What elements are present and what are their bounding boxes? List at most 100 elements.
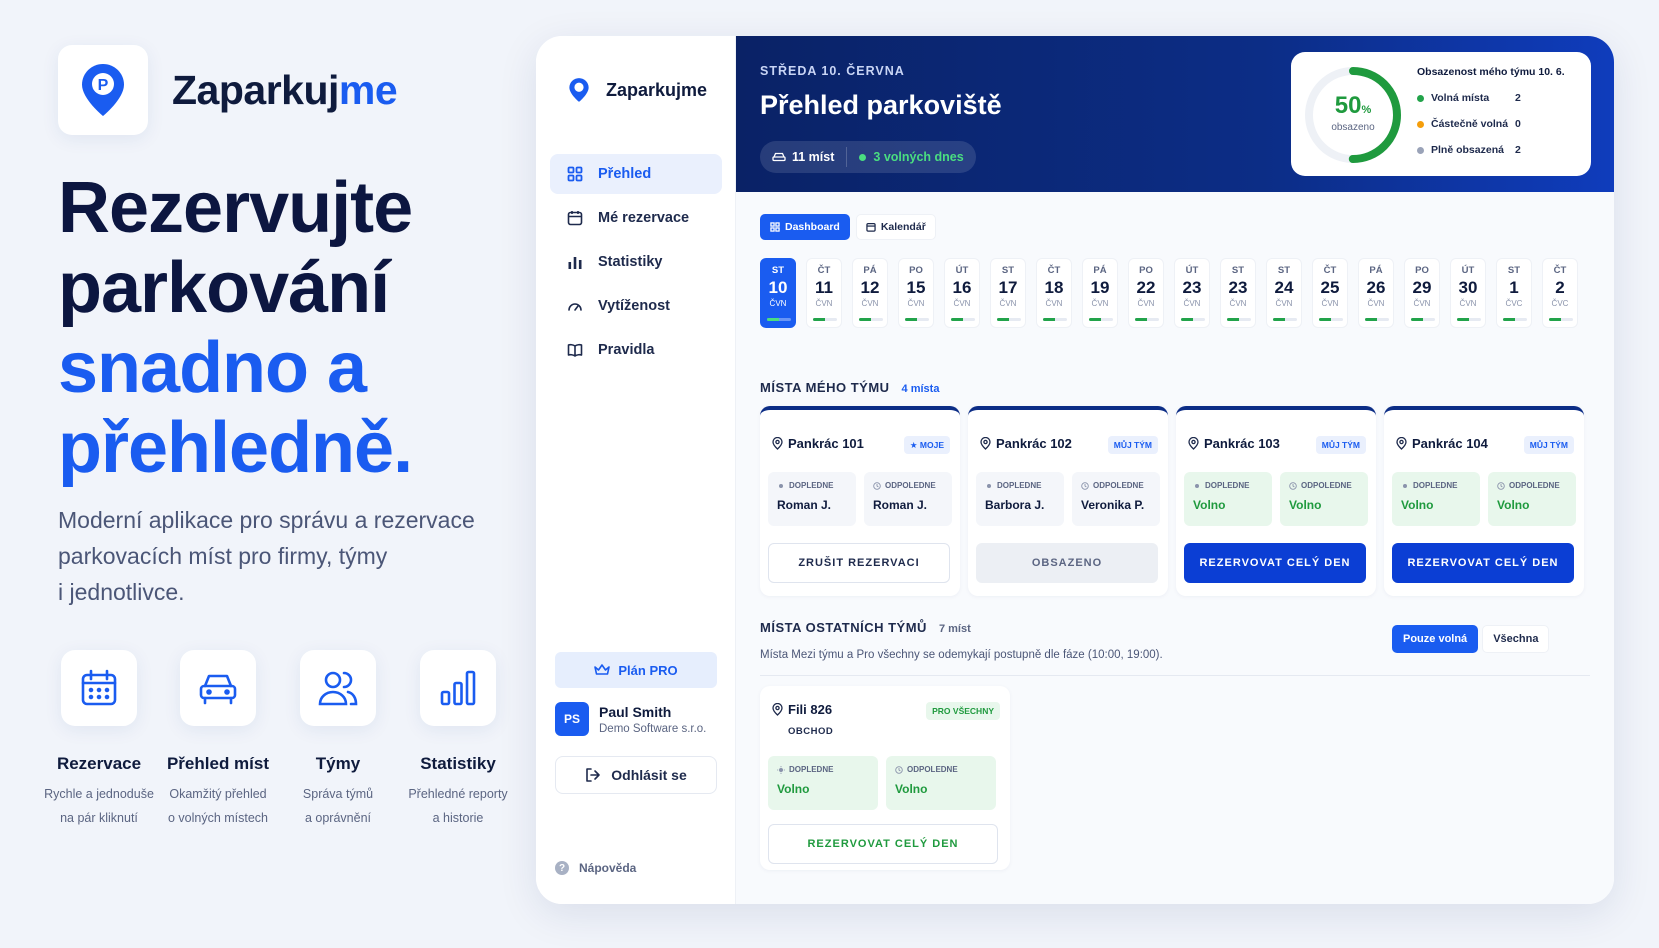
spot-action-button[interactable]: REZERVOVAT CELÝ DEN bbox=[1184, 543, 1366, 583]
divider bbox=[760, 675, 1590, 676]
spot-action-button[interactable]: REZERVOVAT CELÝ DEN bbox=[1392, 543, 1574, 583]
sidebar-item-statistics[interactable]: Statistiky bbox=[550, 242, 722, 282]
sidebar-item-utilization[interactable]: Vytíženost bbox=[550, 286, 722, 326]
day-12[interactable]: ČT 25 ČVN bbox=[1312, 258, 1348, 328]
day-5[interactable]: ST 17 ČVN bbox=[990, 258, 1026, 328]
day-weekday: ČT bbox=[817, 265, 831, 276]
occupancy-row-partial: Částečně volná 0 bbox=[1417, 118, 1521, 130]
user-name: Paul Smith bbox=[599, 703, 672, 720]
day-occupancy-bar bbox=[951, 318, 975, 321]
day-weekday: ST bbox=[1231, 265, 1245, 276]
feature-title: Rezervace bbox=[56, 754, 142, 773]
spot-action-button[interactable]: ZRUŠIT REZERVACI bbox=[768, 543, 950, 583]
day-occupancy-bar bbox=[1549, 318, 1573, 321]
day-11[interactable]: ST 24 ČVN bbox=[1266, 258, 1302, 328]
tab-label: Kalendář bbox=[880, 221, 926, 233]
slot-morning[interactable]: DOPLEDNE Roman J. bbox=[768, 472, 856, 526]
spot-name: Pankrác 104 bbox=[1396, 436, 1488, 451]
slot-afternoon[interactable]: ODPOLEDNE Volno bbox=[886, 756, 996, 810]
day-month: ČVN bbox=[1275, 299, 1293, 308]
tab-calendar[interactable]: Kalendář bbox=[855, 214, 936, 240]
day-8[interactable]: PO 22 ČVN bbox=[1128, 258, 1164, 328]
slot-morning[interactable]: DOPLEDNE Volno bbox=[768, 756, 878, 810]
plan-pro-button[interactable]: Plán PRO bbox=[555, 652, 717, 688]
sun-icon bbox=[777, 765, 785, 774]
day-15[interactable]: ÚT 30 ČVN bbox=[1450, 258, 1486, 328]
team-section-title: MÍSTA MÉHO TÝMU 4 místa bbox=[760, 380, 940, 395]
plan-label: Plán PRO bbox=[618, 662, 678, 678]
slot-afternoon[interactable]: ODPOLEDNE Volno bbox=[1488, 472, 1576, 526]
occupancy-percent: 50% bbox=[1334, 92, 1372, 119]
spot-badge: MŮJ TÝM bbox=[1315, 436, 1366, 454]
day-13[interactable]: PÁ 26 ČVN bbox=[1358, 258, 1394, 328]
day-4[interactable]: ÚT 16 ČVN bbox=[944, 258, 980, 328]
sidebar-brand[interactable]: Zaparkujme bbox=[568, 76, 707, 104]
day-occupancy-bar bbox=[1457, 318, 1481, 321]
sun-icon bbox=[1401, 482, 1409, 490]
day-9[interactable]: ÚT 23 ČVN bbox=[1174, 258, 1210, 328]
day-occupancy-bar bbox=[905, 318, 929, 321]
day-10[interactable]: ST 23 ČVN bbox=[1220, 258, 1256, 328]
day-number: 30 bbox=[1458, 278, 1478, 297]
day-weekday: ČT bbox=[1047, 265, 1061, 276]
day-1[interactable]: ČT 11 ČVN bbox=[806, 258, 842, 328]
filter-group: Pouze volná Všechna bbox=[1388, 625, 1550, 653]
sidebar-item-my-reservations[interactable]: Mé rezervace bbox=[550, 198, 722, 238]
day-7[interactable]: PÁ 19 ČVN bbox=[1082, 258, 1118, 328]
parking-card: Pankrác 102 MŮJ TÝM DOPLEDNE Barbora J. ODPO… bbox=[968, 406, 1168, 596]
hero-line-1: Rezervujte bbox=[58, 168, 413, 248]
slot-morning[interactable]: DOPLEDNE Volno bbox=[1184, 472, 1272, 526]
logout-button[interactable]: Odhlásit se bbox=[555, 756, 717, 794]
feature-title: Statistiky bbox=[420, 754, 496, 773]
day-17[interactable]: ČT 2 ČVC bbox=[1542, 258, 1578, 328]
avatar: PS bbox=[555, 702, 589, 736]
filter-all[interactable]: Všechna bbox=[1482, 625, 1550, 653]
help-label: Nápověda bbox=[579, 861, 637, 875]
day-2[interactable]: PÁ 12 ČVN bbox=[852, 258, 888, 328]
spot-slots: DOPLEDNE Volno ODPOLEDNE Volno bbox=[1392, 472, 1584, 526]
logout-label: Odhlásit se bbox=[611, 767, 687, 783]
phase-info: Místa Mezi týmu a Pro všechny se odemyka… bbox=[760, 649, 1163, 661]
reserve-full-day-button[interactable]: REZERVOVAT CELÝ DEN bbox=[768, 824, 998, 864]
main-content: Dashboard Kalendář ST 10 ČVN ČT 11 ČVN PÁ 12 ČVN… bbox=[736, 192, 1614, 904]
slot-morning[interactable]: DOPLEDNE Barbora J. bbox=[976, 472, 1064, 526]
help-link[interactable]: ? Nápověda bbox=[555, 861, 636, 875]
feature-reservations: Rezervace Rychle a jednoduše na pár klikn… bbox=[40, 650, 158, 830]
feature-desc: Přehledné reporty a historie bbox=[408, 787, 508, 825]
user-profile[interactable]: PS Paul Smith Demo Software s.r.o. bbox=[555, 702, 706, 736]
other-section-count: 7 míst bbox=[938, 623, 971, 635]
slot-morning[interactable]: DOPLEDNE Volno bbox=[1392, 472, 1480, 526]
day-0[interactable]: ST 10 ČVN bbox=[760, 258, 796, 328]
occupancy-row-full: Plně obsazená 2 bbox=[1417, 144, 1521, 156]
day-month: ČVN bbox=[907, 299, 925, 308]
sidebar-item-rules[interactable]: Pravidla bbox=[550, 330, 722, 370]
occupancy-title: Obsazenost mého týmu 10. 6. bbox=[1417, 66, 1565, 78]
slot-afternoon[interactable]: ODPOLEDNE Veronika P. bbox=[1072, 472, 1160, 526]
sidebar-item-overview[interactable]: Přehled bbox=[550, 154, 722, 194]
free-today: 3 volných dnes bbox=[859, 150, 964, 164]
day-number: 26 bbox=[1366, 278, 1386, 297]
spot-slots: DOPLEDNE Volno ODPOLEDNE Volno bbox=[768, 756, 1004, 810]
spot-badge: MŮJ TÝM bbox=[1107, 436, 1158, 454]
day-month: ČVN bbox=[1321, 299, 1339, 308]
filter-free-only[interactable]: Pouze volná bbox=[1392, 625, 1479, 653]
spot-name: Pankrác 103 bbox=[1188, 436, 1280, 451]
slot-afternoon[interactable]: ODPOLEDNE Volno bbox=[1280, 472, 1368, 526]
page-title: Přehled parkoviště bbox=[760, 90, 1002, 120]
spot-slots: DOPLEDNE Volno ODPOLEDNE Volno bbox=[1184, 472, 1376, 526]
status-dot bbox=[859, 153, 867, 161]
day-number: 11 bbox=[815, 278, 833, 297]
day-14[interactable]: PO 29 ČVN bbox=[1404, 258, 1440, 328]
calendar-icon bbox=[61, 650, 137, 726]
tab-dashboard[interactable]: Dashboard bbox=[760, 214, 850, 240]
day-6[interactable]: ČT 18 ČVN bbox=[1036, 258, 1072, 328]
hero-line-3: snadno a bbox=[58, 328, 367, 408]
day-3[interactable]: PO 15 ČVN bbox=[898, 258, 934, 328]
slot-afternoon[interactable]: ODPOLEDNE Roman J. bbox=[864, 472, 952, 526]
map-pin-icon bbox=[1396, 437, 1407, 450]
logout-icon bbox=[586, 768, 601, 782]
day-picker: ST 10 ČVN ČT 11 ČVN PÁ 12 ČVN PO 15 ČVN ÚT 16 ČVN ST 17 Č… bbox=[760, 258, 1588, 328]
parking-card: Pankrác 104 MŮJ TÝM DOPLEDNE Volno ODPOLEDNE… bbox=[1384, 406, 1584, 596]
day-16[interactable]: ST 1 ČVC bbox=[1496, 258, 1532, 328]
team-section-count: 4 místa bbox=[901, 383, 940, 395]
